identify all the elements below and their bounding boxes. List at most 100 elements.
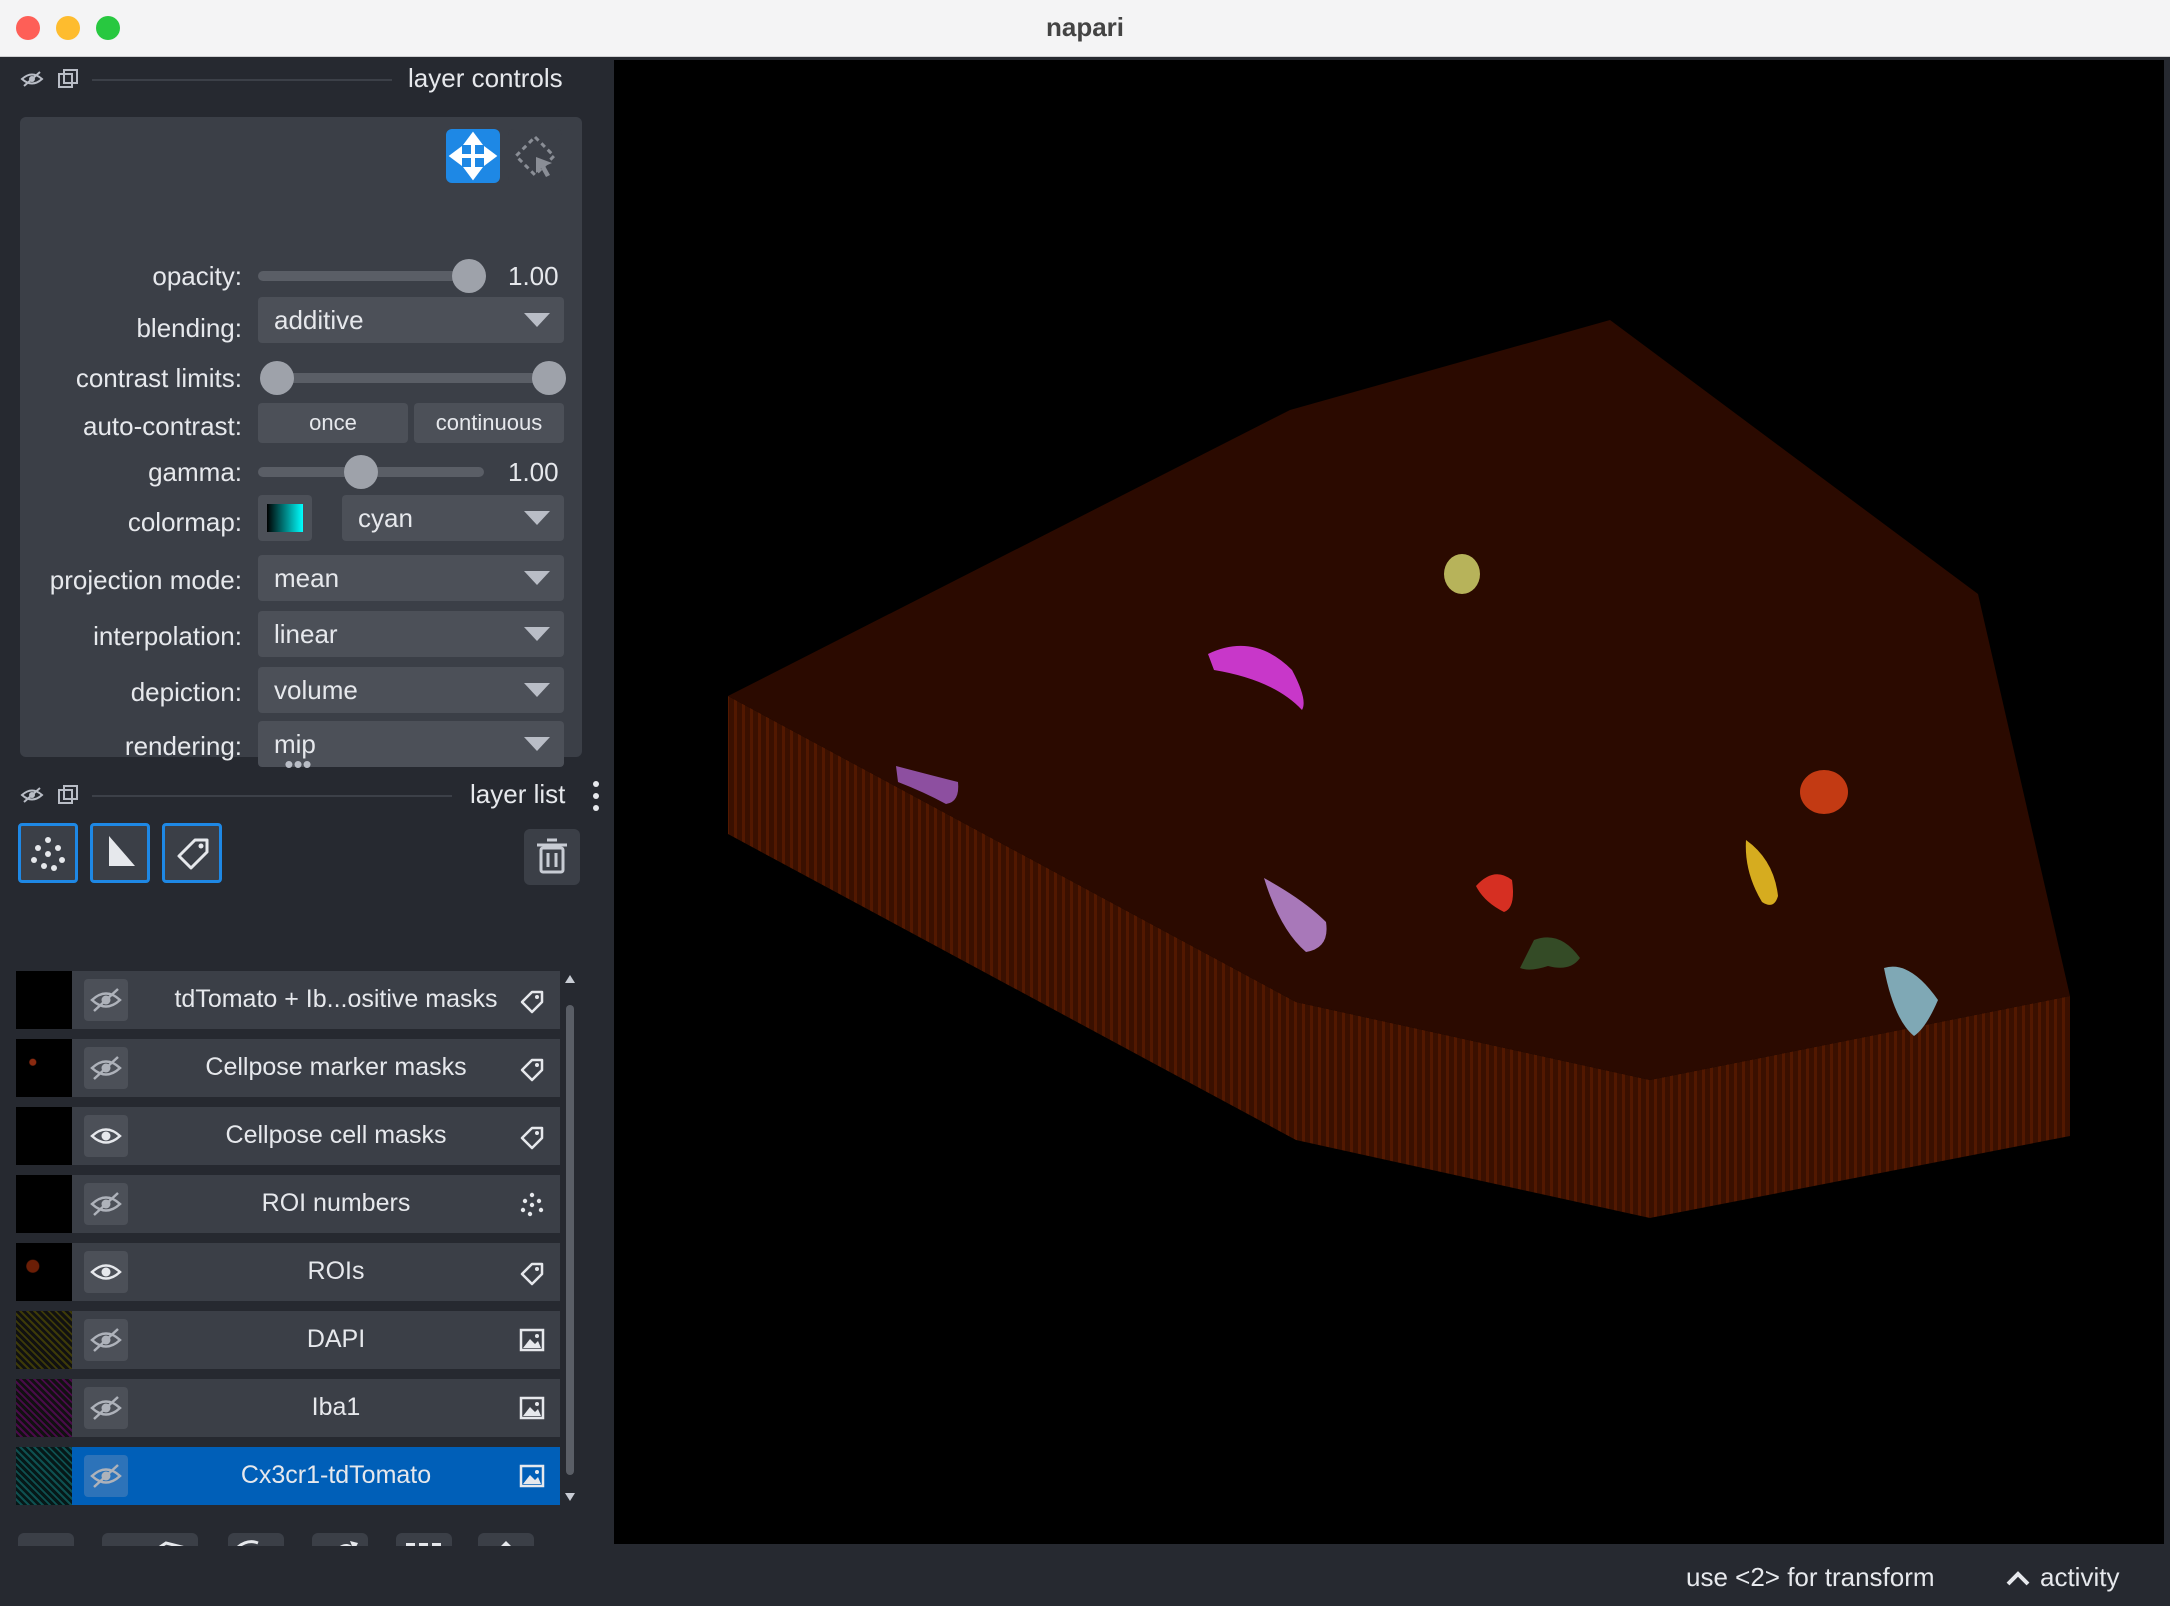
contrast-max-handle[interactable] bbox=[532, 361, 566, 395]
layer-name[interactable]: DAPI bbox=[136, 1325, 536, 1354]
visibility-toggle[interactable] bbox=[84, 1455, 128, 1497]
layer-thumbnail bbox=[16, 1107, 72, 1165]
layer-thumbnail bbox=[16, 1039, 72, 1097]
auto-contrast-once-button[interactable]: once bbox=[258, 403, 408, 443]
pan-zoom-select-button[interactable] bbox=[508, 129, 562, 183]
layer-row[interactable]: Cellpose cell masks bbox=[16, 1107, 560, 1165]
eye-slash-icon bbox=[84, 1328, 128, 1365]
new-labels-layer-button[interactable] bbox=[162, 823, 222, 883]
layer-row[interactable]: tdTomato + Ib...ositive masks bbox=[16, 971, 560, 1029]
projection-mode-dropdown[interactable]: mean bbox=[258, 555, 564, 601]
opacity-value: 1.00 bbox=[508, 261, 559, 291]
layer-name[interactable]: ROI numbers bbox=[136, 1189, 536, 1218]
eye-slash-icon bbox=[84, 1192, 128, 1229]
labels-layer-icon bbox=[518, 1258, 546, 1286]
layer-row[interactable]: Cellpose marker masks bbox=[16, 1039, 560, 1097]
blending-dropdown[interactable]: additive bbox=[258, 297, 564, 343]
depiction-dropdown[interactable]: volume bbox=[258, 667, 564, 713]
cell-blob bbox=[1800, 770, 1848, 814]
dock-hide-icon[interactable] bbox=[20, 783, 44, 807]
new-points-layer-button[interactable] bbox=[18, 823, 78, 883]
visibility-toggle[interactable] bbox=[84, 1387, 128, 1429]
eye-slash-icon bbox=[84, 1464, 128, 1501]
visibility-toggle[interactable] bbox=[84, 1183, 128, 1225]
layer-list-header: layer list bbox=[0, 773, 608, 817]
image-layer-icon bbox=[518, 1326, 546, 1354]
new-shapes-layer-button[interactable] bbox=[90, 823, 150, 883]
visibility-toggle[interactable] bbox=[84, 979, 128, 1021]
eye-slash-icon bbox=[84, 1396, 128, 1433]
visibility-toggle[interactable] bbox=[84, 1251, 128, 1293]
scroll-thumb[interactable] bbox=[566, 1005, 574, 1475]
layer-name[interactable]: Cellpose marker masks bbox=[136, 1053, 536, 1082]
layer-list-scrollbar[interactable] bbox=[564, 975, 576, 1505]
layer-thumbnail bbox=[16, 1311, 72, 1369]
window-title: napari bbox=[1045, 12, 1125, 42]
layer-list-title: layer list bbox=[470, 779, 566, 809]
layer-row[interactable]: ROI numbers bbox=[16, 1175, 560, 1233]
layer-name[interactable]: Cellpose cell masks bbox=[136, 1121, 536, 1150]
layer-name[interactable]: tdTomato + Ib...ositive masks bbox=[136, 985, 536, 1014]
layer-row[interactable]: Iba1 bbox=[16, 1379, 560, 1437]
activity-label: activity bbox=[2040, 1562, 2120, 1592]
move-arrows-icon bbox=[448, 131, 498, 181]
chevron-down-icon bbox=[524, 571, 550, 585]
tag-icon bbox=[177, 838, 209, 870]
layer-thumbnail bbox=[16, 1379, 72, 1437]
layer-thumbnail bbox=[16, 971, 72, 1029]
contrast-min-handle[interactable] bbox=[260, 361, 294, 395]
auto-contrast-label: auto-contrast: bbox=[83, 411, 242, 441]
more-options-icon[interactable] bbox=[590, 779, 602, 813]
layer-row[interactable]: Cx3cr1-tdTomato bbox=[16, 1447, 560, 1505]
volume-rendering bbox=[728, 320, 2070, 1218]
visibility-toggle[interactable] bbox=[84, 1047, 128, 1089]
scroll-up-arrow[interactable] bbox=[565, 975, 575, 983]
delete-layer-button[interactable] bbox=[524, 829, 580, 885]
layer-name[interactable]: Cx3cr1-tdTomato bbox=[136, 1461, 536, 1490]
projection-mode-label: projection mode: bbox=[49, 565, 242, 595]
visibility-toggle[interactable] bbox=[84, 1115, 128, 1157]
points-layer-icon bbox=[518, 1190, 546, 1218]
auto-contrast-continuous-button[interactable]: continuous bbox=[414, 403, 564, 443]
layer-controls-panel: opacity: 1.00 blending: additive contras… bbox=[20, 117, 582, 767]
layer-row[interactable]: ROIs bbox=[16, 1243, 560, 1301]
layer-controls-header: layer controls bbox=[0, 57, 608, 101]
colormap-swatch-button[interactable] bbox=[258, 495, 312, 541]
opacity-slider-handle[interactable] bbox=[452, 259, 486, 293]
interpolation-label: interpolation: bbox=[93, 621, 242, 651]
colormap-dropdown[interactable]: cyan bbox=[342, 495, 564, 541]
depiction-value: volume bbox=[274, 675, 358, 705]
points-icon bbox=[31, 837, 65, 871]
dock-hide-icon[interactable] bbox=[20, 67, 44, 91]
layer-thumbnail bbox=[16, 1175, 72, 1233]
visibility-toggle[interactable] bbox=[84, 1319, 128, 1361]
opacity-label: opacity: bbox=[152, 261, 242, 291]
transform-mode-button[interactable] bbox=[446, 129, 500, 183]
eye-icon bbox=[84, 1264, 128, 1297]
blending-value: additive bbox=[274, 305, 364, 335]
blending-label: blending: bbox=[136, 313, 242, 343]
viewer-canvas[interactable] bbox=[614, 60, 2164, 1544]
status-hint: use <2> for transform bbox=[1686, 1562, 1935, 1592]
layer-name[interactable]: Iba1 bbox=[136, 1393, 536, 1422]
dock-float-icon[interactable] bbox=[56, 67, 80, 91]
title-bar: napari bbox=[0, 0, 2170, 57]
chevron-down-icon bbox=[524, 511, 550, 525]
layer-name[interactable]: ROIs bbox=[136, 1257, 536, 1286]
gamma-slider-handle[interactable] bbox=[344, 455, 378, 489]
scroll-down-arrow[interactable] bbox=[565, 1493, 575, 1501]
volume-top-face bbox=[728, 320, 2070, 1080]
chevron-down-icon bbox=[524, 683, 550, 697]
labels-layer-icon bbox=[518, 1122, 546, 1150]
layer-row[interactable]: DAPI bbox=[16, 1311, 560, 1369]
dock-divider bbox=[92, 795, 452, 797]
dock-float-icon[interactable] bbox=[56, 783, 80, 807]
gamma-label: gamma: bbox=[148, 457, 242, 487]
napari-window: napari layer controls opacity: 1.00 blen… bbox=[0, 0, 2170, 1606]
left-sidebar: layer controls opacity: 1.00 blending: a… bbox=[0, 57, 608, 1589]
rendering-label: rendering: bbox=[124, 731, 242, 761]
image-layer-icon bbox=[518, 1462, 546, 1490]
contrast-limits-slider-track[interactable] bbox=[264, 373, 560, 383]
interpolation-value: linear bbox=[274, 619, 338, 649]
interpolation-dropdown[interactable]: linear bbox=[258, 611, 564, 657]
